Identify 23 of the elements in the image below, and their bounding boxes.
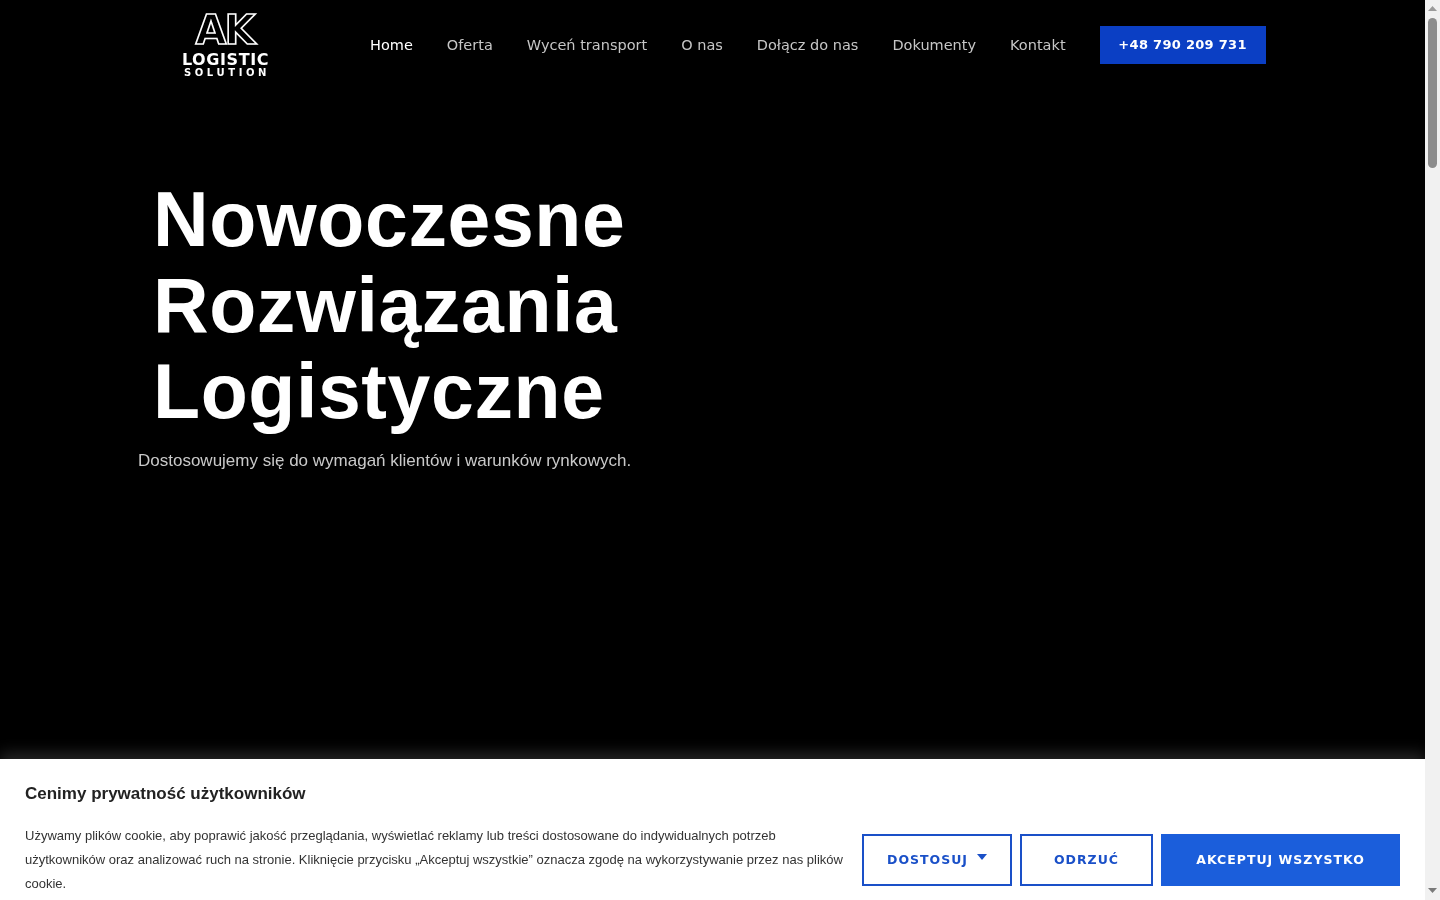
hero-subtitle: Dostosowujemy się do wymagań klientów i warunków rynkowych. [138, 450, 632, 472]
logo-text: LOGISTIC [181, 52, 270, 67]
nav-link[interactable]: Wyceń transport [526, 35, 648, 55]
scroll-down-icon[interactable] [1428, 888, 1437, 893]
nav-link[interactable]: Dokumenty [892, 35, 977, 55]
cookie-text: Używamy plików cookie, aby poprawić jakość przeglądania, wyświetlać reklamy lub treści dostosowane do indywidualnych potrzeb użytkowników oraz analizować ruch na stronie. Kliknięcie przycisku „Akceptuj wszystkie” oznacza zgodę na wykorzystywanie przez nas plików cookie. [25, 826, 844, 893]
logo-subtext: SOLUTION [182, 67, 271, 78]
scroll-up-icon[interactable] [1428, 6, 1437, 11]
nav-link[interactable]: O nas [681, 35, 723, 55]
accept-all-button[interactable]: AKCEPTUJ WSZYSTKO [1161, 833, 1400, 886]
nav-link[interactable]: Dołącz do nas [756, 35, 859, 55]
scrollbar-thumb[interactable] [1428, 18, 1437, 168]
nav-link[interactable]: Home [370, 35, 413, 55]
caret-icon [977, 853, 987, 860]
reject-button[interactable]: ODRZUĆ [1020, 833, 1153, 886]
cookie-title: Cenimy prywatność użytkowników [25, 782, 306, 805]
nav-link[interactable]: Kontakt [1010, 35, 1066, 55]
customize-button[interactable]: DOSTOSUJ [862, 833, 1012, 886]
phone-button[interactable]: +48 790 209 731 [1099, 26, 1266, 64]
hero-title: Nowoczesne Rozwiązania Logistyczne [153, 176, 627, 434]
scrollbar[interactable] [1425, 0, 1440, 900]
logo-mark: AK [195, 12, 256, 48]
nav-link[interactable]: Oferta [446, 35, 493, 55]
